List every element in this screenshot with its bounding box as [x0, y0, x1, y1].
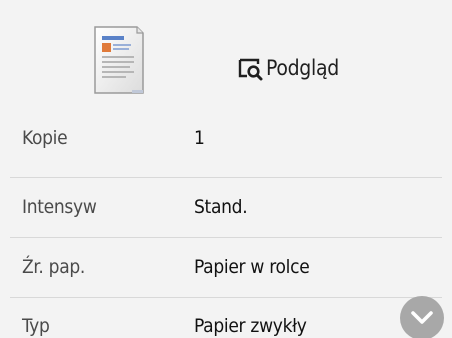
- setting-label: Intensyw: [22, 196, 97, 218]
- preview-label: Podgląd: [266, 56, 339, 80]
- setting-row-copies[interactable]: Kopie 1: [0, 110, 452, 166]
- row-divider: [10, 237, 442, 238]
- chevron-down-icon: [411, 311, 433, 324]
- setting-value: Stand.: [194, 196, 248, 218]
- setting-label: Typ: [22, 315, 50, 337]
- setting-row-intensity[interactable]: Intensyw Stand.: [0, 179, 452, 235]
- setting-value: Papier zwykły: [194, 315, 307, 337]
- preview-magnifier-icon: [238, 58, 263, 81]
- setting-row-paper-source[interactable]: Źr. pap. Papier w rolce: [0, 239, 452, 295]
- preview-button[interactable]: Podgląd: [236, 48, 339, 88]
- row-divider: [10, 177, 442, 178]
- copy-settings-screen: Podgląd Kopie 1 Intensyw Stand. Źr. pap.…: [0, 0, 452, 338]
- setting-label: Źr. pap.: [22, 256, 86, 278]
- setting-row-media-type[interactable]: Typ Papier zwykły: [0, 298, 452, 338]
- setting-label: Kopie: [22, 127, 68, 149]
- document-thumbnail-icon[interactable]: [92, 24, 146, 96]
- setting-value: Papier w rolce: [194, 256, 310, 278]
- header-area: Podgląd: [0, 0, 452, 112]
- setting-value: 1: [194, 127, 205, 149]
- scroll-down-button[interactable]: [400, 296, 444, 338]
